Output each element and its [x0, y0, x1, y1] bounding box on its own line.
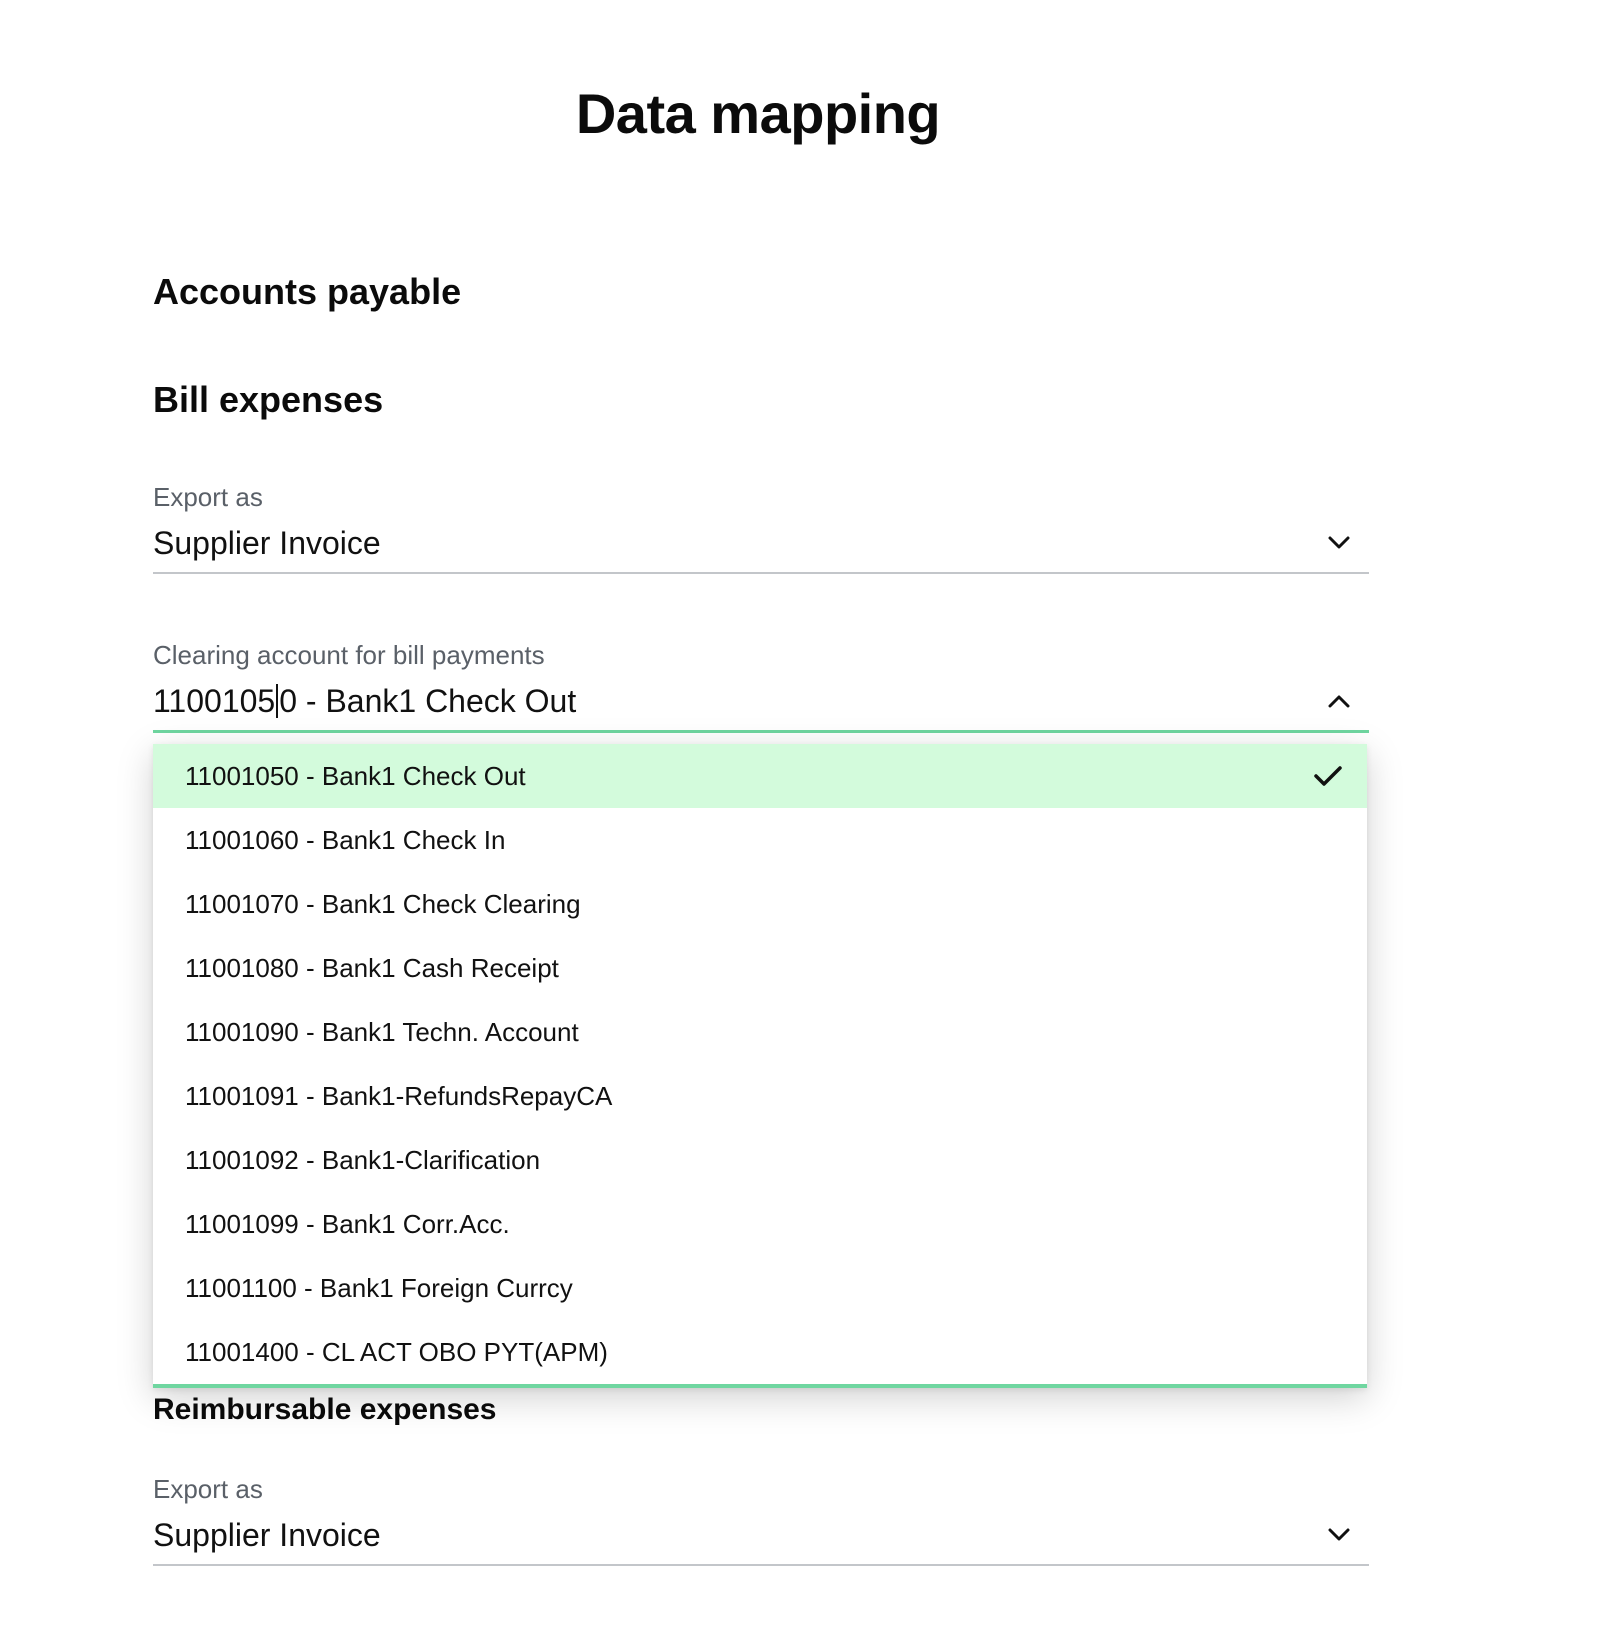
option-label: 11001070 - Bank1 Check Clearing — [185, 888, 581, 919]
bill-export-as-field: Export as Supplier Invoice — [153, 480, 1369, 574]
clearing-account-option[interactable]: 11001090 - Bank1 Techn. Account — [153, 1000, 1367, 1064]
clearing-account-option[interactable]: 11001091 - Bank1-RefundsRepayCA — [153, 1064, 1367, 1128]
clearing-account-field: Clearing account for bill payments 11001… — [153, 638, 1369, 733]
clearing-account-option[interactable]: 11001050 - Bank1 Check Out — [153, 744, 1367, 808]
clearing-account-input[interactable]: 1100105 0 - Bank1 Check Out — [153, 681, 576, 721]
bill-export-as-select[interactable]: Supplier Invoice — [153, 514, 1369, 574]
option-label: 11001091 - Bank1-RefundsRepayCA — [185, 1080, 613, 1111]
checkmark-icon — [1311, 759, 1345, 793]
clearing-account-option[interactable]: 11001070 - Bank1 Check Clearing — [153, 872, 1367, 936]
clearing-account-value-after-cursor: 0 - Bank1 Check Out — [279, 683, 577, 719]
clearing-account-combobox[interactable]: 1100105 0 - Bank1 Check Out — [153, 672, 1369, 733]
option-label: 11001060 - Bank1 Check In — [185, 824, 506, 855]
clearing-account-option[interactable]: 11001099 - Bank1 Corr.Acc. — [153, 1192, 1367, 1256]
option-label: 11001100 - Bank1 Foreign Currcy — [185, 1272, 573, 1303]
clearing-account-option[interactable]: 11001060 - Bank1 Check In — [153, 808, 1367, 872]
chevron-up-icon[interactable] — [1325, 687, 1353, 715]
page-title: Data mapping — [575, 82, 941, 145]
section-title-bill-expenses: Bill expenses — [153, 379, 384, 420]
option-label: 11001090 - Bank1 Techn. Account — [185, 1016, 579, 1047]
clearing-account-label: Clearing account for bill payments — [153, 640, 545, 670]
bill-export-as-value: Supplier Invoice — [153, 525, 381, 561]
clearing-account-option[interactable]: 11001100 - Bank1 Foreign Currcy — [153, 1256, 1367, 1320]
option-label: 11001050 - Bank1 Check Out — [185, 760, 526, 791]
reimbursable-export-as-value: Supplier Invoice — [153, 1517, 381, 1553]
clearing-account-option[interactable]: 11001092 - Bank1-Clarification — [153, 1128, 1367, 1192]
clearing-account-option[interactable]: 11001400 - CL ACT OBO PYT(APM) — [153, 1320, 1367, 1384]
reimbursable-export-as-label: Export as — [153, 1474, 263, 1504]
section-title-accounts-payable: Accounts payable — [153, 271, 462, 312]
clearing-account-options-list: 11001050 - Bank1 Check Out 11001060 - Ban… — [153, 744, 1367, 1388]
chevron-down-icon[interactable] — [1325, 529, 1353, 557]
clearing-account-option[interactable]: 11001080 - Bank1 Cash Receipt — [153, 936, 1367, 1000]
bill-export-as-label: Export as — [153, 482, 263, 512]
text-cursor — [276, 684, 279, 718]
reimbursable-export-as-select[interactable]: Supplier Invoice — [153, 1506, 1369, 1566]
clearing-account-value-before-cursor: 1100105 — [153, 683, 276, 719]
section-title-reimbursable-expenses: Reimbursable expenses — [153, 1393, 497, 1426]
option-label: 11001080 - Bank1 Cash Receipt — [185, 952, 559, 983]
option-label: 11001092 - Bank1-Clarification — [185, 1144, 541, 1175]
reimbursable-export-as-field: Export as Supplier Invoice — [153, 1472, 1369, 1566]
option-label: 11001400 - CL ACT OBO PYT(APM) — [185, 1336, 608, 1367]
chevron-down-icon[interactable] — [1325, 1521, 1353, 1549]
option-label: 11001099 - Bank1 Corr.Acc. — [185, 1208, 510, 1239]
